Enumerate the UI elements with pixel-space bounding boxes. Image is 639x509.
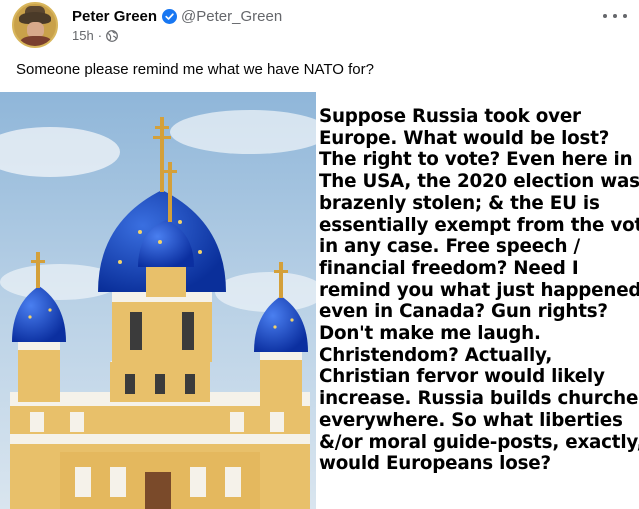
image-text-line: Christian fervor would likely bbox=[319, 366, 605, 388]
more-dot bbox=[603, 14, 607, 18]
post-text: Someone please remind me what we have NA… bbox=[16, 61, 374, 78]
image-text-line: brazenly stolen; & the EU is bbox=[319, 192, 600, 214]
more-options-icon[interactable] bbox=[603, 8, 627, 24]
author-name[interactable]: Peter Green bbox=[72, 8, 157, 25]
verified-badge-icon bbox=[162, 8, 178, 24]
image-text: Suppose Russia took over Europe. What wo… bbox=[319, 106, 639, 475]
more-dot bbox=[613, 14, 617, 18]
avatar[interactable] bbox=[12, 2, 58, 48]
image-text-line: in any case. Free speech / bbox=[319, 236, 580, 258]
image-text-line: Suppose Russia took over bbox=[319, 106, 581, 127]
image-text-line: remind you what just happened bbox=[319, 279, 639, 301]
post-meta: 15h · bbox=[72, 28, 118, 43]
author-handle[interactable]: @Peter_Green bbox=[181, 8, 282, 25]
image-text-line: The USA, the 2020 election was bbox=[319, 171, 639, 193]
post-timestamp[interactable]: 15h bbox=[72, 28, 94, 43]
image-text-line: Christendom? Actually, bbox=[319, 344, 553, 366]
image-text-line: Europe. What would be lost? bbox=[319, 127, 610, 149]
image-text-line: The right to vote? Even here in bbox=[319, 149, 633, 171]
image-text-line: &/or moral guide-posts, exactly, bbox=[319, 431, 639, 453]
image-text-line: Don't make me laugh. bbox=[319, 323, 541, 345]
author-row: Peter Green @Peter_Green bbox=[72, 6, 282, 26]
avatar-body bbox=[20, 36, 52, 46]
image-text-line: financial freedom? Need I bbox=[319, 257, 579, 279]
image-text-line: would Europeans lose? bbox=[319, 453, 551, 475]
image-text-line: everywhere. So what liberties bbox=[319, 409, 623, 431]
post-header: Peter Green @Peter_Green 15h · bbox=[0, 0, 639, 52]
image-text-line: even in Canada? Gun rights? bbox=[319, 301, 608, 323]
image-text-line: increase. Russia builds churches bbox=[319, 388, 639, 410]
church-photo bbox=[0, 92, 316, 509]
globe-icon[interactable] bbox=[106, 29, 118, 42]
image-text-line: essentially exempt from the vote bbox=[319, 214, 639, 236]
meta-separator: · bbox=[97, 28, 103, 43]
post-image[interactable]: Suppose Russia took over Europe. What wo… bbox=[0, 92, 639, 509]
more-dot bbox=[623, 14, 627, 18]
